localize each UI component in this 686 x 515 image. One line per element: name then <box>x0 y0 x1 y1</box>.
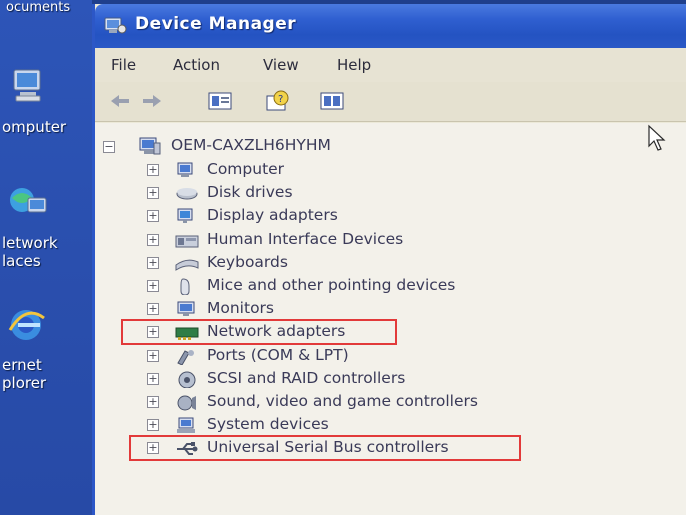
toolbar: ? <box>95 82 686 122</box>
expand-button[interactable]: + <box>147 303 159 316</box>
tree-row[interactable]: + System devices <box>95 414 686 437</box>
monitor-icon <box>175 300 199 318</box>
menu-file[interactable]: File <box>111 56 136 74</box>
tree-node-label[interactable]: Monitors <box>207 299 274 317</box>
menu-action[interactable]: Action <box>173 56 220 74</box>
expand-button[interactable]: + <box>147 210 159 223</box>
expand-button[interactable]: + <box>147 164 159 176</box>
network-places-icon <box>8 184 48 222</box>
expand-button[interactable]: + <box>147 419 159 432</box>
svg-text:?: ? <box>278 94 283 105</box>
network-label-line1: letwork <box>2 234 58 252</box>
scsi-icon <box>175 370 199 389</box>
tree-node-label[interactable]: Computer <box>207 160 284 178</box>
tree-row[interactable]: + Display adapters <box>95 205 686 228</box>
tree-node-label[interactable]: Mice and other pointing devices <box>207 276 455 294</box>
expand-button[interactable]: + <box>147 233 159 246</box>
computer-icon <box>175 161 199 179</box>
mouse-icon <box>175 277 199 296</box>
expand-button[interactable]: + <box>147 396 159 408</box>
network-label-line2: laces <box>2 252 41 270</box>
tree-node-label[interactable]: Disk drives <box>207 183 293 201</box>
port-icon <box>175 347 199 366</box>
tree-row[interactable]: + Mice and other pointing devices <box>95 275 686 298</box>
internet-explorer-icon <box>8 306 48 344</box>
tree-node-label[interactable]: Human Interface Devices <box>207 230 403 248</box>
ie-label-line1: ernet <box>2 356 42 374</box>
desktop-item-internet-explorer[interactable]: ernet plorer <box>0 306 92 396</box>
forward-arrow-icon[interactable] <box>139 90 165 112</box>
menu-help[interactable]: Help <box>337 56 371 74</box>
sound-icon <box>175 393 199 411</box>
display-adapter-icon <box>175 207 199 225</box>
view-icon[interactable] <box>319 90 345 112</box>
help-icon[interactable]: ? <box>265 90 291 112</box>
highlight-box <box>129 435 521 462</box>
menu-view[interactable]: View <box>263 56 299 74</box>
tree-row[interactable]: + Human Interface Devices <box>95 229 686 252</box>
back-arrow-icon[interactable] <box>107 90 133 112</box>
my-computer-icon <box>8 66 48 104</box>
desktop-label-documents[interactable]: ocuments <box>6 0 70 17</box>
title-bar[interactable]: Device Manager <box>95 4 686 48</box>
tree-node-label[interactable]: Ports (COM & LPT) <box>207 346 349 364</box>
menu-bar: File Action View Help <box>95 48 686 82</box>
tree-row[interactable]: + Ports (COM & LPT) <box>95 345 686 368</box>
desktop-item-my-computer[interactable]: omputer <box>0 66 92 142</box>
expand-button[interactable]: + <box>147 187 159 200</box>
tree-row[interactable]: + SCSI and RAID controllers <box>95 368 686 391</box>
tree-node-label[interactable]: Keyboards <box>207 253 288 271</box>
device-manager-window: Device Manager File Action View Help ? −… <box>92 4 686 515</box>
highlight-box <box>121 319 397 346</box>
tree-node-label[interactable]: SCSI and RAID controllers <box>207 369 405 387</box>
tree-row[interactable]: + Keyboards <box>95 252 686 275</box>
tree-row[interactable]: + Disk drives <box>95 182 686 205</box>
window-title: Device Manager <box>135 14 297 34</box>
tree-row[interactable]: + Network adapters <box>95 319 686 346</box>
desktop: ocuments omputer letwork laces ernet plo… <box>0 0 92 515</box>
expand-button[interactable]: + <box>147 372 159 385</box>
desktop-item-network-places[interactable]: letwork laces <box>0 184 92 274</box>
tree-row[interactable]: + Universal Serial Bus controllers <box>95 435 686 462</box>
device-tree: − OEM-CAXZLH6HYHM + Computer + Disk drives +… <box>95 123 686 515</box>
expand-button[interactable]: + <box>147 256 159 269</box>
system-device-icon <box>175 416 199 434</box>
keyboard-icon <box>175 254 199 272</box>
tree-row[interactable]: + Sound, video and game controllers <box>95 391 686 414</box>
mouse-pointer-icon <box>647 124 667 152</box>
expand-button[interactable]: + <box>147 280 159 292</box>
hid-icon <box>175 231 199 249</box>
tree-node-label[interactable]: Sound, video and game controllers <box>207 392 478 410</box>
root-collapse-button[interactable]: − <box>103 141 115 153</box>
tree-node-label[interactable]: System devices <box>207 415 329 433</box>
properties-icon[interactable] <box>207 90 233 112</box>
expand-button[interactable]: + <box>147 349 159 362</box>
disk-drive-icon <box>175 184 199 202</box>
tree-row[interactable]: + Monitors <box>95 298 686 321</box>
computer-root-icon <box>137 135 163 157</box>
my-computer-label: omputer <box>2 118 67 136</box>
tree-row[interactable]: + Computer <box>95 159 686 182</box>
tree-node-label[interactable]: Display adapters <box>207 206 338 224</box>
tree-root-label[interactable]: OEM-CAXZLH6HYHM <box>171 136 331 154</box>
ie-label-line2: plorer <box>2 374 47 392</box>
device-manager-icon <box>103 14 127 36</box>
